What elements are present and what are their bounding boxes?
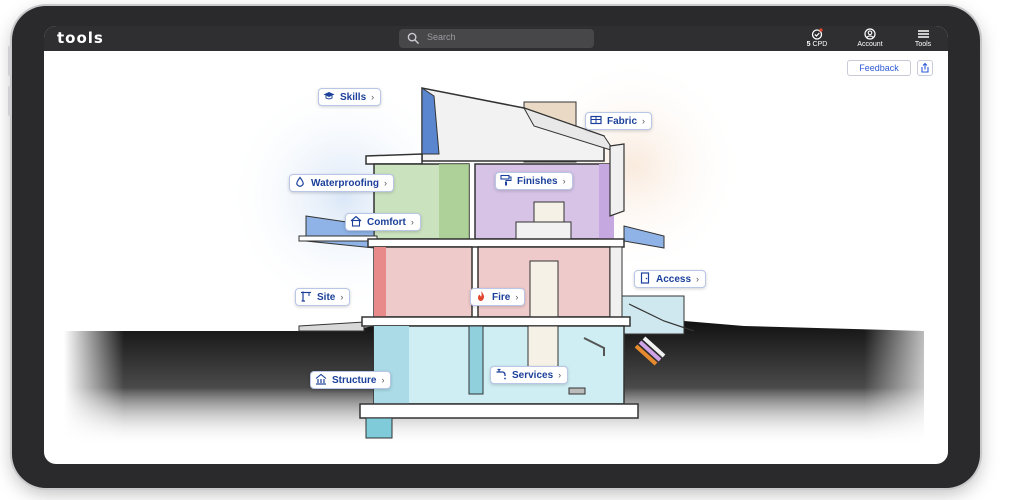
category-site[interactable]: Site ›	[295, 288, 351, 306]
flame-icon	[478, 291, 485, 301]
category-label: Services	[512, 370, 554, 381]
door-icon	[640, 272, 650, 284]
building-icon	[315, 373, 327, 385]
category-label: Access	[656, 274, 692, 285]
crane-icon	[301, 291, 311, 302]
category-access[interactable]: Access ›	[634, 270, 707, 288]
chevron-right-icon: ›	[371, 92, 375, 102]
chevron-right-icon: ›	[558, 370, 562, 380]
category-comfort[interactable]: Comfort ›	[345, 213, 421, 231]
category-label: Fire	[492, 292, 511, 303]
droplet-icon	[296, 176, 304, 187]
category-label: Skills	[340, 92, 367, 103]
category-label: Fabric	[607, 116, 638, 127]
category-fabric[interactable]: Fabric ›	[585, 112, 653, 130]
chevron-right-icon: ›	[696, 274, 700, 284]
category-waterproofing[interactable]: Waterproofing ›	[289, 174, 394, 192]
chevron-right-icon: ›	[381, 375, 385, 385]
graduation-cap-icon	[323, 92, 335, 100]
water-tap-icon	[496, 368, 506, 380]
chevron-right-icon: ›	[562, 176, 566, 186]
paint-roller-icon	[500, 174, 512, 186]
home-icon	[350, 215, 362, 227]
category-services[interactable]: Services ›	[490, 366, 569, 384]
category-finishes[interactable]: Finishes ›	[495, 172, 573, 190]
house-cross-section-illustration	[64, 56, 948, 446]
category-label: Waterproofing	[311, 178, 379, 189]
category-label: Site	[317, 292, 336, 303]
category-label: Structure	[332, 375, 377, 386]
category-structure[interactable]: Structure ›	[310, 371, 392, 389]
volume-button	[8, 46, 11, 76]
volume-button	[8, 86, 11, 116]
window-icon	[590, 115, 602, 125]
chevron-right-icon: ›	[340, 292, 344, 302]
category-skills[interactable]: Skills ›	[318, 88, 382, 106]
chevron-right-icon: ›	[515, 292, 519, 302]
chevron-right-icon: ›	[383, 178, 387, 188]
chevron-right-icon: ›	[642, 116, 646, 126]
category-label: Finishes	[517, 176, 558, 187]
app-screen: tools Search 5 CPD Account Tools Feedbac…	[44, 26, 948, 464]
chevron-right-icon: ›	[410, 217, 414, 227]
category-fire[interactable]: Fire ›	[470, 288, 526, 306]
category-label: Comfort	[367, 217, 406, 228]
